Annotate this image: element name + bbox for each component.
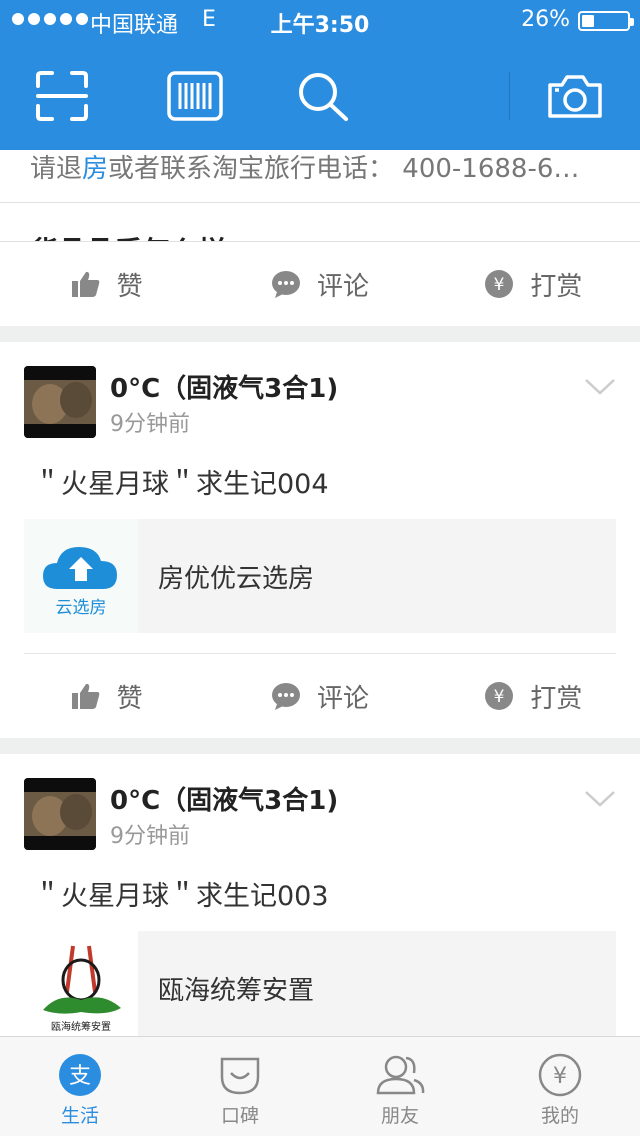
comment-label: 评论: [316, 683, 369, 714]
koubei-icon: [220, 1057, 260, 1095]
avatar[interactable]: [24, 366, 96, 438]
like-button[interactable]: 赞: [0, 678, 213, 715]
feed-card: 0°C（固液气3合1) 9分钟前 ＂火星月球＂求生记003 瓯海统筹安置 瓯海统…: [0, 754, 640, 1045]
thumbs-up-icon: [71, 683, 99, 709]
like-label: 赞: [116, 271, 143, 302]
top-bar: 中国联通 E 上午3:50 26%: [0, 0, 640, 150]
svg-text:¥: ¥: [494, 275, 505, 295]
nav-divider: [509, 72, 510, 120]
yuan-coin-icon: ¥: [485, 682, 514, 710]
card-gap: [0, 326, 640, 342]
tab-koubei[interactable]: 口碑: [160, 1037, 320, 1136]
chevron-down-icon[interactable]: [584, 790, 616, 812]
like-button[interactable]: 赞: [0, 266, 213, 303]
tip-button[interactable]: ¥ 打赏: [427, 266, 640, 303]
link-thumbnail: 云选房: [24, 519, 138, 633]
svg-text:瓯海统筹安置: 瓯海统筹安置: [51, 1020, 111, 1033]
tab-mine-label: 我的: [540, 1105, 579, 1127]
partial-text-b: 或者联系淘宝旅行电话： 400-1688-6…: [108, 154, 580, 184]
barcode-icon[interactable]: [165, 68, 225, 124]
tab-mine[interactable]: ¥ 我的: [480, 1037, 640, 1136]
status-bar: 中国联通 E 上午3:50 26%: [0, 0, 640, 40]
feed-card-partial: 请退房或者联系淘宝旅行电话： 400-1688-6… 货品品质怎么样 赞 评论 …: [0, 150, 640, 326]
action-row: 赞 评论 ¥ 打赏: [0, 242, 640, 326]
post-time: 9分钟前: [110, 824, 190, 849]
comment-button[interactable]: 评论: [213, 266, 426, 303]
yuan-coin-icon: ¥: [485, 270, 514, 298]
tip-label: 打赏: [530, 683, 583, 714]
divider: [0, 202, 640, 203]
partial-text: 请退房或者联系淘宝旅行电话： 400-1688-6…: [30, 150, 579, 185]
thumbs-up-icon: [71, 271, 99, 297]
partial-text-a: 请退: [30, 154, 83, 184]
action-bar: [0, 40, 640, 150]
tab-life[interactable]: 支 生活: [0, 1037, 160, 1136]
cloud-logo-icon: 云选房: [43, 547, 117, 618]
comment-button[interactable]: 评论: [213, 678, 426, 715]
partial-title: 货品品质怎么样: [30, 230, 226, 241]
ouhai-logo-icon: 瓯海统筹安置: [43, 945, 121, 1033]
post-text: ＂火星月球＂求生记004: [34, 469, 329, 500]
scan-icon[interactable]: [32, 68, 92, 124]
chevron-down-icon[interactable]: [584, 378, 616, 400]
tab-koubei-label: 口碑: [220, 1105, 259, 1127]
camera-icon[interactable]: [545, 68, 605, 124]
post-body: 0°C（固液气3合1) 9分钟前 ＂火星月球＂求生记003 瓯海统筹安置 瓯海统…: [0, 754, 640, 1045]
post-text: ＂火星月球＂求生记003: [34, 881, 329, 912]
link-title: 房优优云选房: [158, 563, 315, 594]
avatar[interactable]: [24, 778, 96, 850]
feed[interactable]: 请退房或者联系淘宝旅行电话： 400-1688-6… 货品品质怎么样 赞 评论 …: [0, 150, 640, 1065]
action-row: 赞 评论 ¥ 打赏: [0, 654, 640, 738]
tip-button[interactable]: ¥ 打赏: [427, 678, 640, 715]
tab-bar: 支 生活 口碑 朋友 ¥ 我的: [0, 1036, 640, 1136]
partial-content: 请退房或者联系淘宝旅行电话： 400-1688-6… 货品品质怎么样: [0, 150, 640, 242]
post-body: 0°C（固液气3合1) 9分钟前 ＂火星月球＂求生记004 云选房 房优优云选房: [0, 342, 640, 654]
app-screen: 中国联通 E 上午3:50 26% 请退房或者联系淘宝旅行电话： 400-168…: [0, 0, 640, 1136]
battery-icon: [578, 11, 634, 31]
svg-text:¥: ¥: [553, 1064, 567, 1089]
svg-text:云选房: 云选房: [56, 598, 107, 618]
tab-friends-label: 朋友: [380, 1105, 419, 1127]
comment-icon: [271, 683, 300, 710]
svg-text:支: 支: [69, 1064, 91, 1089]
link-thumbnail: 瓯海统筹安置: [24, 931, 138, 1045]
comment-label: 评论: [316, 271, 369, 302]
life-icon: 支: [59, 1054, 101, 1096]
post-time: 9分钟前: [110, 412, 190, 437]
link-card[interactable]: 瓯海统筹安置 瓯海统筹安置: [24, 931, 616, 1045]
search-icon[interactable]: [294, 68, 354, 124]
partial-text-highlight: 房: [82, 154, 109, 184]
comment-icon: [271, 271, 300, 298]
feed-card: 0°C（固液气3合1) 9分钟前 ＂火星月球＂求生记004 云选房 房优优云选房…: [0, 342, 640, 738]
author-name[interactable]: 0°C（固液气3合1): [110, 780, 338, 817]
link-card[interactable]: 云选房 房优优云选房: [24, 519, 616, 633]
post-header: 0°C（固液气3合1) 9分钟前: [24, 342, 616, 442]
link-title: 瓯海统筹安置: [158, 975, 315, 1006]
tab-life-label: 生活: [60, 1105, 99, 1127]
author-name[interactable]: 0°C（固液气3合1): [110, 368, 338, 405]
card-gap: [0, 738, 640, 754]
tip-label: 打赏: [530, 271, 583, 302]
friends-icon: [376, 1055, 425, 1095]
wallet-icon: ¥: [538, 1053, 582, 1097]
tab-friends[interactable]: 朋友: [320, 1037, 480, 1136]
svg-text:¥: ¥: [494, 687, 505, 707]
post-header: 0°C（固液气3合1) 9分钟前: [24, 754, 616, 854]
battery-percent: 26%: [521, 7, 570, 32]
like-label: 赞: [116, 683, 143, 714]
